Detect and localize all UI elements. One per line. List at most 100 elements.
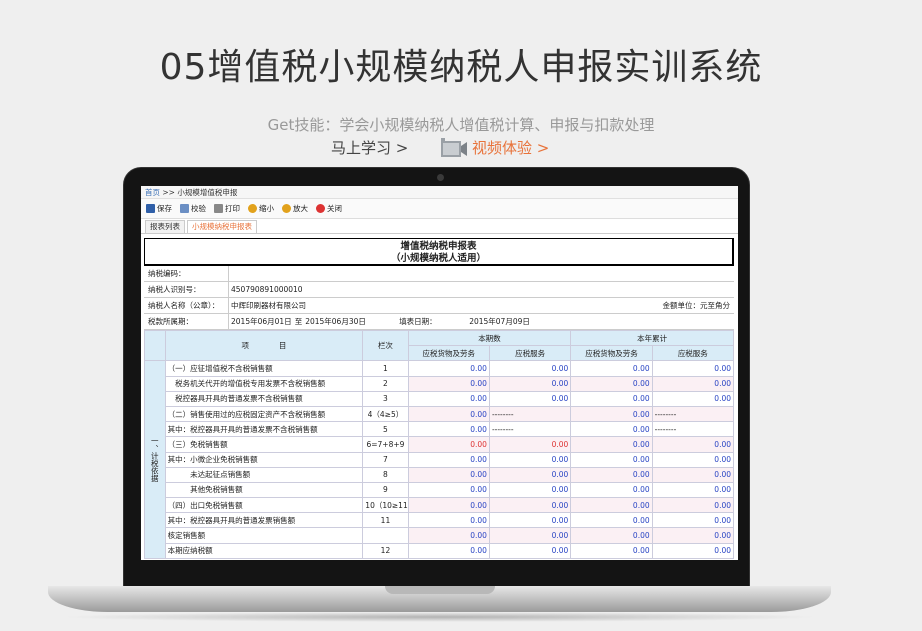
- laptop-camera: [437, 174, 444, 181]
- close-label: 关闭: [327, 204, 342, 213]
- ytd-service-value[interactable]: 0.00: [651, 466, 735, 483]
- current-service-value[interactable]: 0.00: [488, 512, 572, 529]
- video-icon[interactable]: [440, 138, 468, 158]
- ytd-goods-value[interactable]: 0.00: [570, 466, 653, 483]
- current-goods-value[interactable]: 0.00: [407, 497, 490, 514]
- breadcrumb-home[interactable]: 首页: [145, 188, 160, 197]
- ytd-service-value[interactable]: --------: [651, 421, 735, 438]
- table-row: 其他免税销售额 9 0.00 0.00 0.00 0.00: [145, 481, 735, 499]
- breadcrumb-current: 小规模增值税申报: [177, 188, 238, 197]
- table-row: 本期应纳税额 12 0.00 0.00 0.00 0.00: [145, 542, 735, 559]
- ytd-service-value[interactable]: 0.00: [651, 375, 735, 392]
- ytd-goods-value[interactable]: 0.00: [570, 451, 653, 468]
- fill-date[interactable]: 2015年07月09日: [469, 316, 530, 327]
- learn-now-link[interactable]: 马上学习 >: [331, 137, 408, 158]
- current-goods-value[interactable]: 0.00: [407, 542, 490, 559]
- current-service-value[interactable]: 0.00: [488, 360, 572, 377]
- toolbar: 保存 校验 打印 缩小 放大 关闭: [141, 199, 738, 219]
- close-button[interactable]: 关闭: [314, 203, 344, 214]
- current-goods-value[interactable]: 0.00: [407, 481, 490, 499]
- current-service-value[interactable]: 0.00: [488, 466, 572, 483]
- current-goods-value[interactable]: 0.00: [407, 405, 490, 423]
- current-goods-value[interactable]: 0.00: [407, 512, 490, 529]
- ytd-goods-value[interactable]: 0.00: [570, 497, 653, 514]
- table-row: 一、计税依据 （一）应征增值税不含税销售额 1 0.00 0.00 0.00 0.00: [144, 360, 735, 559]
- page-subtitle: Get技能：学会小规模纳税人增值税计算、申报与扣款处理: [267, 116, 655, 134]
- ytd-service-value[interactable]: 0.00: [651, 451, 735, 468]
- current-goods-value[interactable]: 0.00: [407, 421, 490, 438]
- current-service-value[interactable]: 0.00: [488, 436, 572, 453]
- period-row: 税款所属期： 2015年06月01日 至 2015年06月30日 填表日期： 2…: [144, 314, 734, 330]
- current-goods-value[interactable]: 0.00: [407, 466, 490, 483]
- tab-report-list[interactable]: 报表列表: [145, 220, 185, 233]
- current-service-value[interactable]: 0.00: [488, 542, 572, 559]
- ytd-service-value[interactable]: 0.00: [651, 512, 735, 529]
- ytd-goods-value[interactable]: 0.00: [570, 527, 653, 544]
- zoom-in-button[interactable]: 放大: [280, 203, 310, 214]
- current-goods-value[interactable]: 0.00: [407, 360, 490, 377]
- row-number: 11: [362, 512, 409, 529]
- row-item-label: 未达起征点销售额: [164, 466, 364, 483]
- zoom-out-label: 缩小: [259, 204, 274, 213]
- print-icon: [214, 204, 223, 213]
- taxpayer-id-field[interactable]: 450790891000010: [228, 282, 734, 297]
- form-title-box: 增值税纳税申报表 （小规模纳税人适用）: [144, 238, 734, 266]
- current-service-value[interactable]: 0.00: [488, 481, 572, 499]
- current-service-value[interactable]: 0.00: [488, 451, 572, 468]
- row-item-label: （一）应征增值税不含税销售额: [164, 360, 364, 377]
- header-current-goods: 应税货物及劳务: [407, 345, 490, 362]
- print-button[interactable]: 打印: [212, 203, 242, 214]
- ytd-service-value[interactable]: 0.00: [651, 436, 735, 453]
- current-service-value[interactable]: 0.00: [488, 390, 572, 407]
- row-item-label: 核定销售额: [164, 527, 364, 544]
- ytd-service-value[interactable]: --------: [651, 405, 735, 423]
- tab-small-scale-return[interactable]: 小规模纳税申报表: [187, 220, 257, 233]
- zoom-out-button[interactable]: 缩小: [246, 203, 276, 214]
- ytd-goods-value[interactable]: 0.00: [570, 375, 653, 392]
- ytd-goods-value[interactable]: 0.00: [570, 421, 653, 438]
- video-demo-link[interactable]: 视频体验 >: [472, 137, 549, 158]
- current-service-value[interactable]: --------: [488, 405, 572, 423]
- ytd-service-value[interactable]: 0.00: [651, 481, 735, 499]
- current-service-value[interactable]: 0.00: [488, 375, 572, 392]
- period-from[interactable]: 2015年06月01日: [228, 314, 292, 329]
- check-button[interactable]: 校验: [178, 203, 208, 214]
- save-button[interactable]: 保存: [144, 203, 174, 214]
- laptop-base-notch: [385, 586, 495, 594]
- ytd-service-value[interactable]: 0.00: [651, 390, 735, 407]
- table-row: （三）免税销售额 6=7+8+9 0.00 0.00 0.00 0.00: [145, 436, 735, 453]
- current-service-value[interactable]: 0.00: [488, 527, 572, 544]
- ytd-service-value[interactable]: 0.00: [651, 497, 735, 514]
- row-number: 4（4≥5）: [362, 405, 409, 423]
- row-item-label: 其他免税销售额: [164, 481, 364, 499]
- ytd-goods-value[interactable]: 0.00: [570, 436, 653, 453]
- current-goods-value[interactable]: 0.00: [407, 527, 490, 544]
- row-item-label: （四）出口免税销售额: [164, 497, 364, 514]
- row-item-label: （三）免税销售额: [164, 436, 364, 453]
- taxpayer-name-field[interactable]: 中辉印刷器材有限公司: [228, 298, 663, 313]
- ytd-goods-value[interactable]: 0.00: [570, 390, 653, 407]
- ytd-goods-value[interactable]: 0.00: [570, 405, 653, 423]
- current-goods-value[interactable]: 0.00: [407, 451, 490, 468]
- taxpayer-id-row: 纳税人识别号： 450790891000010: [144, 282, 734, 298]
- current-service-value[interactable]: 0.00: [488, 497, 572, 514]
- ytd-service-value[interactable]: 0.00: [651, 527, 735, 544]
- current-service-value[interactable]: --------: [488, 421, 572, 438]
- check-icon: [180, 204, 189, 213]
- current-goods-value[interactable]: 0.00: [407, 390, 490, 407]
- taxpayer-code-field[interactable]: [228, 266, 734, 281]
- ytd-goods-value[interactable]: 0.00: [570, 542, 653, 559]
- ytd-service-value[interactable]: 0.00: [651, 360, 735, 377]
- ytd-goods-value[interactable]: 0.00: [570, 512, 653, 529]
- table-row: 税控器具开具的普通发票不含税销售额 3 0.00 0.00 0.00 0.00: [145, 390, 735, 407]
- current-goods-value[interactable]: 0.00: [407, 436, 490, 453]
- ytd-goods-value[interactable]: 0.00: [570, 481, 653, 499]
- row-item-label: 税务机关代开的增值税专用发票不含税销售额: [164, 375, 364, 392]
- current-goods-value[interactable]: 0.00: [407, 375, 490, 392]
- period-label: 税款所属期：: [148, 317, 193, 326]
- period-to[interactable]: 2015年06月30日: [305, 316, 399, 327]
- table-row: 核定销售额 0.00 0.00 0.00 0.00: [145, 527, 735, 544]
- ytd-goods-value[interactable]: 0.00: [570, 360, 653, 377]
- table-row: 未达起征点销售额 8 0.00 0.00 0.00 0.00: [145, 466, 735, 483]
- ytd-service-value[interactable]: 0.00: [651, 542, 735, 559]
